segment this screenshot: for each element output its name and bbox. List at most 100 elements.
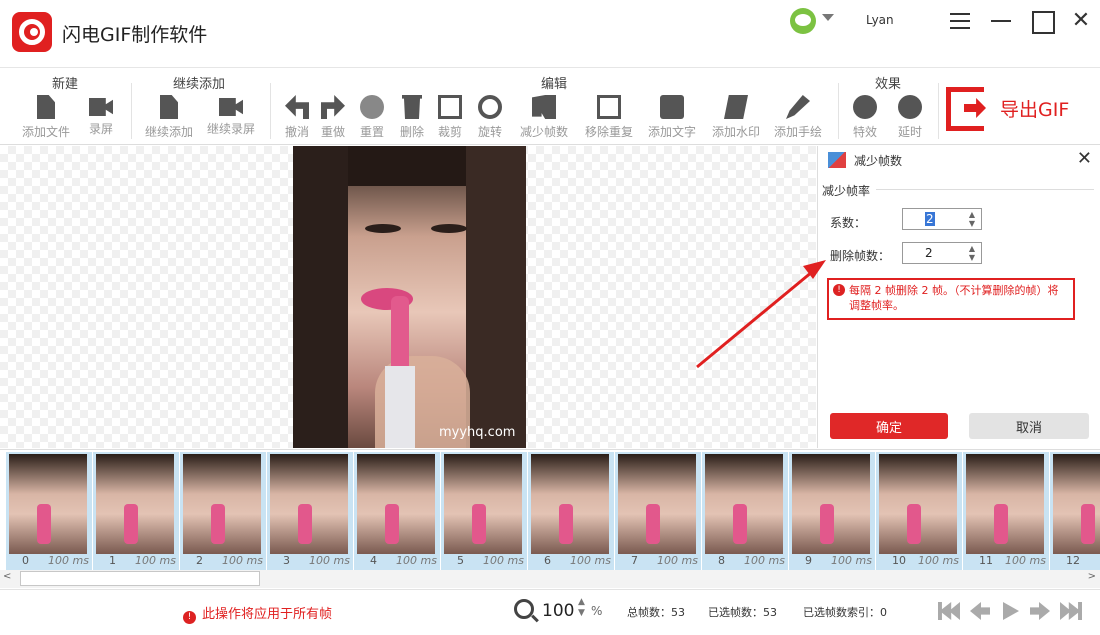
undo-icon (285, 95, 309, 119)
next-frame-icon[interactable] (1030, 602, 1050, 620)
user-name[interactable]: Lyan (866, 13, 894, 27)
play-icon[interactable] (1003, 602, 1019, 620)
menu-icon[interactable] (947, 8, 973, 34)
delete-button[interactable]: 删除 (400, 95, 424, 140)
frame-thumbnail[interactable]: 10 100 ms (876, 452, 962, 570)
frame-strip[interactable]: 0 100 ms 1 100 ms 2 100 ms 3 100 ms 4 100 ms 5 100 … (0, 449, 1100, 570)
reset-button[interactable]: 重置 (360, 95, 384, 140)
frame-index: 9 (805, 554, 812, 567)
export-gif-button[interactable]: 导出GIF (946, 85, 1091, 131)
scroll-right-icon[interactable]: > (1088, 571, 1096, 582)
status-bar: ! 此操作将应用于所有帧 100 ▲ ▼ % 总帧数：53 已选帧数：53 已选帧数… (0, 589, 1100, 635)
coefficient-stepper[interactable]: 2 ▲ ▼ (902, 208, 982, 230)
continue-add-button[interactable]: 继续添加 (145, 95, 193, 140)
frame-image (531, 454, 609, 554)
preview-canvas[interactable]: myyhq.com (0, 146, 816, 448)
redo-icon (321, 95, 345, 119)
add-text-button[interactable]: 添加文字 (648, 95, 696, 140)
continue-record-icon (219, 98, 243, 116)
selected-frames: 已选帧数：53 (708, 606, 777, 619)
wechat-icon[interactable] (790, 8, 816, 34)
rotate-button[interactable]: 旋转 (478, 95, 502, 140)
frame-duration: 100 ms (222, 554, 263, 567)
frame-thumbnail[interactable]: 0 100 ms (6, 452, 92, 570)
chevron-down-icon[interactable] (822, 14, 834, 21)
zoom-stepper-icon[interactable]: ▲ ▼ (578, 597, 585, 619)
maximize-button[interactable] (1029, 8, 1055, 34)
add-watermark-button[interactable]: 添加水印 (712, 95, 760, 140)
frame-thumbnail[interactable]: 12 (1050, 452, 1100, 570)
undo-button[interactable]: 撤消 (285, 95, 309, 140)
frame-duration: 100 ms (483, 554, 524, 567)
frame-index: 6 (544, 554, 551, 567)
add-watermark-icon (724, 95, 748, 119)
redo-button[interactable]: 重做 (321, 95, 345, 140)
frame-duration: 100 ms (831, 554, 872, 567)
add-text-icon (660, 95, 684, 119)
reduce-frames-panel: 减少帧数 ✕ 减少帧率 系数： 2 ▲ ▼ 删除帧数： 2 ▲ ▼ ! 每隔 2 帧删除… (817, 146, 1100, 448)
frame-thumbnail[interactable]: 6 100 ms (528, 452, 614, 570)
delay-button[interactable]: 延时 (898, 95, 922, 140)
frame-thumbnail[interactable]: 4 100 ms (354, 452, 440, 570)
remove-duplicates-button[interactable]: 移除重复 (585, 95, 633, 140)
divider (876, 189, 1094, 190)
frame-thumbnail[interactable]: 5 100 ms (441, 452, 527, 570)
first-frame-icon[interactable] (938, 602, 960, 620)
frame-thumbnail[interactable]: 3 100 ms (267, 452, 353, 570)
frame-index: 11 (979, 554, 993, 567)
previous-frame-icon[interactable] (970, 602, 990, 620)
frame-duration: 100 ms (570, 554, 611, 567)
warning-icon: ! (183, 611, 196, 624)
frame-duration: 100 ms (135, 554, 176, 567)
frame-thumbnail[interactable]: 11 100 ms (963, 452, 1049, 570)
frame-thumbnail[interactable]: 8 100 ms (702, 452, 788, 570)
cancel-button[interactable]: 取消 (969, 413, 1089, 439)
add-drawing-button[interactable]: 添加手绘 (774, 95, 822, 140)
zoom-value[interactable]: 100 (542, 601, 574, 621)
record-screen-button[interactable]: 录屏 (89, 95, 113, 137)
group-label-continue-add: 继续添加 (173, 77, 226, 92)
confirm-button[interactable]: 确定 (830, 413, 948, 439)
close-button[interactable]: ✕ (1068, 8, 1094, 34)
add-file-button[interactable]: 添加文件 (22, 95, 70, 140)
frame-image (618, 454, 696, 554)
frame-thumbnail[interactable]: 1 100 ms (93, 452, 179, 570)
effects-button[interactable]: 特效 (853, 95, 877, 140)
frame-image (9, 454, 87, 554)
delay-icon (898, 95, 922, 119)
crop-button[interactable]: 裁剪 (438, 95, 462, 140)
stepper-arrows-icon[interactable]: ▲ ▼ (969, 244, 975, 262)
preview-image: myyhq.com (293, 146, 526, 448)
divider (838, 83, 839, 139)
last-frame-icon[interactable] (1060, 602, 1082, 620)
info-icon: ! (833, 284, 845, 296)
frame-duration: 100 ms (48, 554, 89, 567)
panel-close-button[interactable]: ✕ (1077, 148, 1092, 169)
frame-index: 10 (892, 554, 906, 567)
scroll-left-icon[interactable]: < (3, 571, 11, 582)
tool-label: 添加文件 (22, 125, 71, 139)
continue-record-button[interactable]: 继续录屏 (207, 95, 255, 137)
frame-thumbnail[interactable]: 7 100 ms (615, 452, 701, 570)
frame-duration: 100 ms (396, 554, 437, 567)
frame-duration: 100 ms (1005, 554, 1046, 567)
record-screen-icon (89, 98, 113, 116)
scrollbar-thumb[interactable] (20, 571, 260, 586)
frame-thumbnail[interactable]: 2 100 ms (180, 452, 266, 570)
delete-frames-stepper[interactable]: 2 ▲ ▼ (902, 242, 982, 264)
zoom-icon[interactable] (514, 599, 534, 619)
horizontal-scrollbar[interactable]: < > (0, 570, 1100, 588)
delete-frames-value: 2 (925, 246, 933, 260)
info-text: 每隔 2 帧删除 2 帧。（不计算删除的帧）将调整帧率。 (849, 284, 1059, 312)
frame-index: 5 (457, 554, 464, 567)
frame-thumbnail[interactable]: 9 100 ms (789, 452, 875, 570)
minimize-button[interactable] (988, 8, 1014, 34)
apply-all-warning: ! 此操作将应用于所有帧 (183, 603, 332, 624)
group-label-new: 新建 (52, 77, 79, 92)
remove-duplicates-icon (597, 95, 621, 119)
frame-duration: 100 ms (918, 554, 959, 567)
stepper-arrows-icon[interactable]: ▲ ▼ (969, 210, 975, 228)
reduce-frames-button[interactable]: 减少帧数 (520, 95, 568, 140)
frame-image (444, 454, 522, 554)
reset-icon (360, 95, 384, 119)
